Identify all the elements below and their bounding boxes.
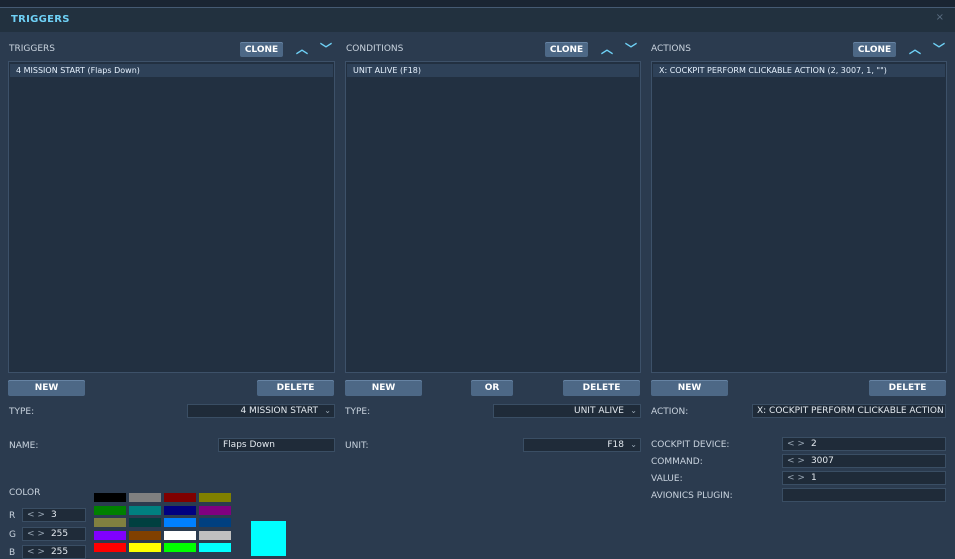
actions-move-up-icon[interactable]: ︿	[909, 43, 921, 55]
close-icon[interactable]: ×	[936, 12, 944, 23]
color-swatch[interactable]	[198, 492, 232, 503]
actions-list-item[interactable]: X: COCKPIT PERFORM CLICKABLE ACTION (2, …	[653, 64, 945, 77]
color-swatch[interactable]	[128, 492, 162, 503]
conditions-header: CONDITIONS	[346, 44, 404, 54]
condition-type-value: UNIT ALIVE	[573, 406, 624, 416]
g-label: G	[9, 530, 16, 540]
avionics-plugin-field[interactable]	[782, 488, 946, 502]
value-label: VALUE:	[651, 474, 683, 484]
condition-unit-dropdown[interactable]: F18 ⌄	[523, 438, 641, 452]
triggers-clone-button[interactable]: CLONE	[240, 42, 283, 57]
conditions-clone-button[interactable]: CLONE	[545, 42, 588, 57]
color-preview-swatch	[251, 521, 286, 556]
r-label: R	[9, 511, 16, 521]
actions-move-down-icon[interactable]: ﹀	[933, 43, 945, 55]
b-label: B	[9, 548, 16, 558]
stepper-arrows-icon[interactable]: < >	[787, 456, 805, 466]
triggers-delete-button[interactable]: DELETE	[257, 380, 334, 396]
conditions-list-item[interactable]: UNIT ALIVE (F18)	[347, 64, 639, 77]
color-swatch[interactable]	[128, 504, 162, 516]
triggers-list[interactable]: 4 MISSION START (Flaps Down)	[8, 61, 335, 373]
stepper-arrows-icon[interactable]: < >	[787, 473, 805, 483]
chevron-down-icon: ⌄	[935, 406, 942, 415]
trigger-type-label: TYPE:	[9, 407, 35, 417]
command-stepper[interactable]: < > 3007	[782, 454, 946, 468]
actions-new-button[interactable]: NEW	[651, 380, 728, 396]
action-value: X: COCKPIT PERFORM CLICKABLE ACTION	[757, 406, 944, 416]
chevron-down-icon: ⌄	[630, 406, 637, 415]
command-value: 3007	[810, 456, 834, 466]
value-value: 1	[810, 473, 817, 483]
cockpit-device-value: 2	[810, 439, 817, 449]
triggers-list-item[interactable]: 4 MISSION START (Flaps Down)	[10, 64, 333, 77]
command-label: COMMAND:	[651, 457, 703, 467]
value-stepper[interactable]: < > 1	[782, 471, 946, 485]
condition-unit-value: F18	[607, 440, 624, 450]
trigger-name-label: NAME:	[9, 441, 39, 451]
stepper-arrows-icon[interactable]: < >	[787, 439, 805, 449]
color-swatch[interactable]	[128, 517, 162, 528]
color-swatch[interactable]	[128, 542, 162, 553]
stepper-arrows-icon[interactable]: < >	[27, 510, 45, 520]
conditions-delete-button[interactable]: DELETE	[563, 380, 640, 396]
color-swatch[interactable]	[93, 504, 127, 516]
triggers-header: TRIGGERS	[9, 44, 56, 54]
color-swatch[interactable]	[93, 529, 127, 541]
color-swatch[interactable]	[128, 529, 162, 541]
color-swatch[interactable]	[198, 529, 232, 541]
condition-unit-label: UNIT:	[345, 441, 369, 451]
color-swatch[interactable]	[163, 542, 197, 553]
condition-type-dropdown[interactable]: UNIT ALIVE ⌄	[493, 404, 641, 418]
color-swatch[interactable]	[163, 517, 197, 528]
avionics-plugin-label: AVIONICS PLUGIN:	[651, 491, 733, 501]
color-label: COLOR	[9, 488, 41, 498]
top-strip	[0, 0, 955, 8]
triggers-move-down-icon[interactable]: ﹀	[320, 43, 332, 55]
conditions-move-down-icon[interactable]: ﹀	[625, 43, 637, 55]
chevron-down-icon: ⌄	[324, 406, 331, 415]
conditions-new-button[interactable]: NEW	[345, 380, 422, 396]
color-swatch[interactable]	[93, 517, 127, 528]
cockpit-device-label: COCKPIT DEVICE:	[651, 440, 730, 450]
condition-type-label: TYPE:	[345, 407, 371, 417]
trigger-type-dropdown[interactable]: 4 MISSION START ⌄	[187, 404, 335, 418]
actions-list[interactable]: X: COCKPIT PERFORM CLICKABLE ACTION (2, …	[651, 61, 947, 373]
color-swatch[interactable]	[198, 517, 232, 528]
conditions-move-up-icon[interactable]: ︿	[601, 43, 613, 55]
trigger-name-field[interactable]: Flaps Down	[218, 438, 335, 452]
cockpit-device-stepper[interactable]: < > 2	[782, 437, 946, 451]
chevron-down-icon: ⌄	[630, 440, 637, 449]
conditions-list[interactable]: UNIT ALIVE (F18)	[345, 61, 641, 373]
triggers-new-button[interactable]: NEW	[8, 380, 85, 396]
stepper-arrows-icon[interactable]: < >	[27, 529, 45, 539]
color-swatch[interactable]	[163, 492, 197, 503]
window-title: TRIGGERS	[11, 14, 70, 25]
b-stepper[interactable]: < >255	[22, 545, 86, 559]
r-value: 3	[50, 510, 57, 520]
color-swatch[interactable]	[163, 504, 197, 516]
color-swatch[interactable]	[198, 504, 232, 516]
color-swatch[interactable]	[163, 529, 197, 541]
actions-clone-button[interactable]: CLONE	[853, 42, 896, 57]
actions-header: ACTIONS	[651, 44, 691, 54]
action-dropdown[interactable]: X: COCKPIT PERFORM CLICKABLE ACTION ⌄	[752, 404, 946, 418]
color-swatch[interactable]	[93, 542, 127, 553]
actions-delete-button[interactable]: DELETE	[869, 380, 946, 396]
g-stepper[interactable]: < > 255	[22, 527, 86, 541]
color-swatch[interactable]	[93, 492, 127, 503]
color-swatch[interactable]	[198, 542, 232, 553]
g-value: 255	[50, 529, 69, 539]
action-label: ACTION:	[651, 407, 689, 417]
triggers-move-up-icon[interactable]: ︿	[296, 43, 308, 55]
trigger-type-value: 4 MISSION START	[240, 406, 318, 416]
title-bar	[0, 8, 955, 32]
conditions-or-button[interactable]: OR	[471, 380, 513, 396]
r-stepper[interactable]: < > 3	[22, 508, 86, 522]
